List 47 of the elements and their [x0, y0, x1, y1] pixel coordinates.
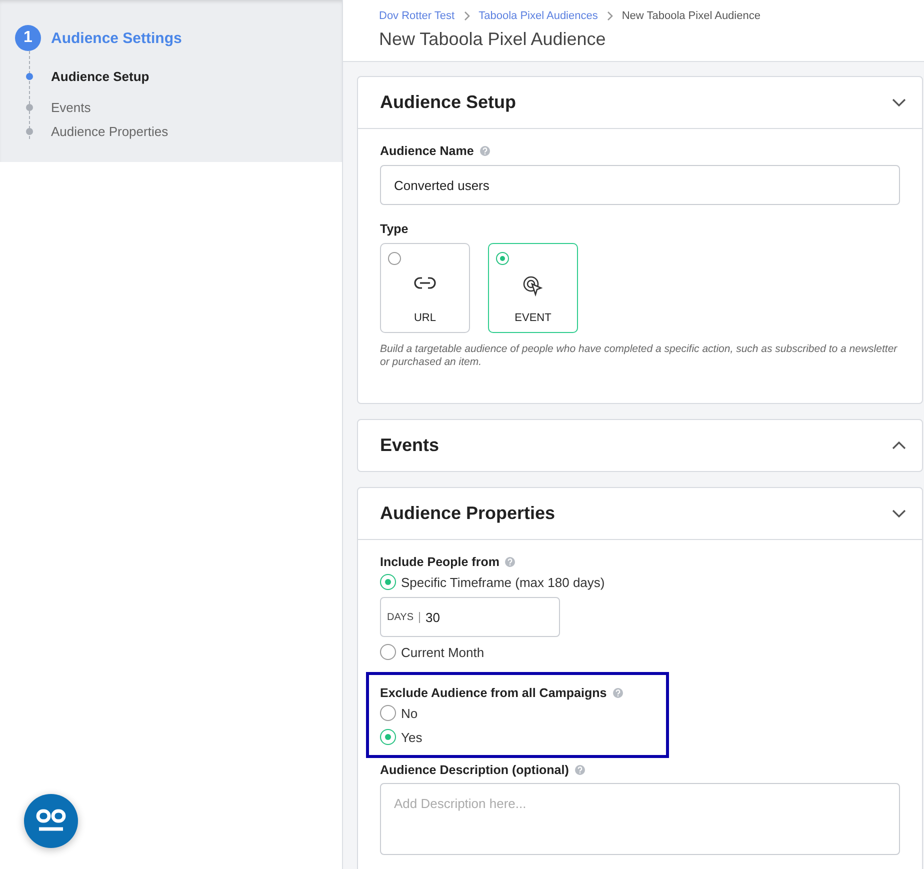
type-option-label: EVENT: [514, 312, 552, 324]
breadcrumb-current: New Taboola Pixel Audience: [622, 10, 760, 22]
type-option-label: URL: [414, 312, 436, 324]
radio-label: Specific Timeframe (max 180 days): [401, 574, 605, 590]
radio-icon: [388, 252, 401, 265]
radio-label: Yes: [401, 730, 422, 744]
chat-bot-button[interactable]: [24, 794, 78, 848]
help-icon[interactable]: [505, 557, 516, 567]
step-item[interactable]: Audience Properties: [51, 124, 168, 139]
cursor-click-icon: [523, 276, 543, 298]
help-icon[interactable]: [480, 146, 490, 156]
radio-label: Current Month: [401, 644, 484, 660]
link-icon: [414, 276, 436, 290]
field-label: Exclude Audience from all Campaigns: [380, 686, 607, 700]
days-field[interactable]: DAYS 30: [380, 597, 560, 637]
chevron-down-icon[interactable]: [892, 509, 906, 518]
step-item[interactable]: Events: [51, 100, 91, 115]
radio-button[interactable]: [380, 705, 396, 721]
robot-face-icon: [36, 809, 66, 833]
chevron-right-icon: [606, 11, 614, 21]
section-title[interactable]: Audience Properties: [380, 503, 556, 524]
field-label: Type: [380, 222, 408, 236]
field-label: Audience Description (optional): [380, 763, 569, 777]
breadcrumb-link[interactable]: Dov Rotter Test: [379, 10, 455, 22]
step-number-badge: 1: [15, 25, 41, 51]
section-title[interactable]: Events: [380, 435, 440, 456]
type-option-card[interactable]: EVENT: [488, 243, 578, 333]
audience-name-field[interactable]: Converted users: [380, 165, 900, 205]
radio-button[interactable]: [380, 644, 396, 660]
help-icon[interactable]: [612, 688, 623, 698]
breadcrumb-link[interactable]: Taboola Pixel Audiences: [478, 10, 598, 22]
field-label: Audience Name: [380, 144, 474, 158]
radio-icon: [496, 252, 509, 265]
chevron-down-icon[interactable]: [892, 98, 906, 107]
page-title: New Taboola Pixel Audience: [379, 29, 607, 50]
radio-button[interactable]: [380, 574, 396, 590]
chevron-up-icon[interactable]: [892, 441, 906, 450]
type-option-card[interactable]: URL: [380, 243, 470, 333]
chevron-right-icon: [462, 11, 471, 21]
radio-label: No: [401, 706, 418, 720]
type-description: Build a targetable audience of people who have completed a specific action, such as subscribed to a newsletter or purchased an item.: [380, 343, 898, 369]
step-item[interactable]: Audience Setup: [51, 69, 150, 84]
field-label: Include People from: [380, 555, 500, 569]
help-icon[interactable]: [574, 765, 585, 775]
description-field[interactable]: Add Description here...: [380, 783, 900, 855]
section-title[interactable]: Audience Setup: [380, 92, 516, 113]
radio-button[interactable]: [380, 729, 396, 745]
